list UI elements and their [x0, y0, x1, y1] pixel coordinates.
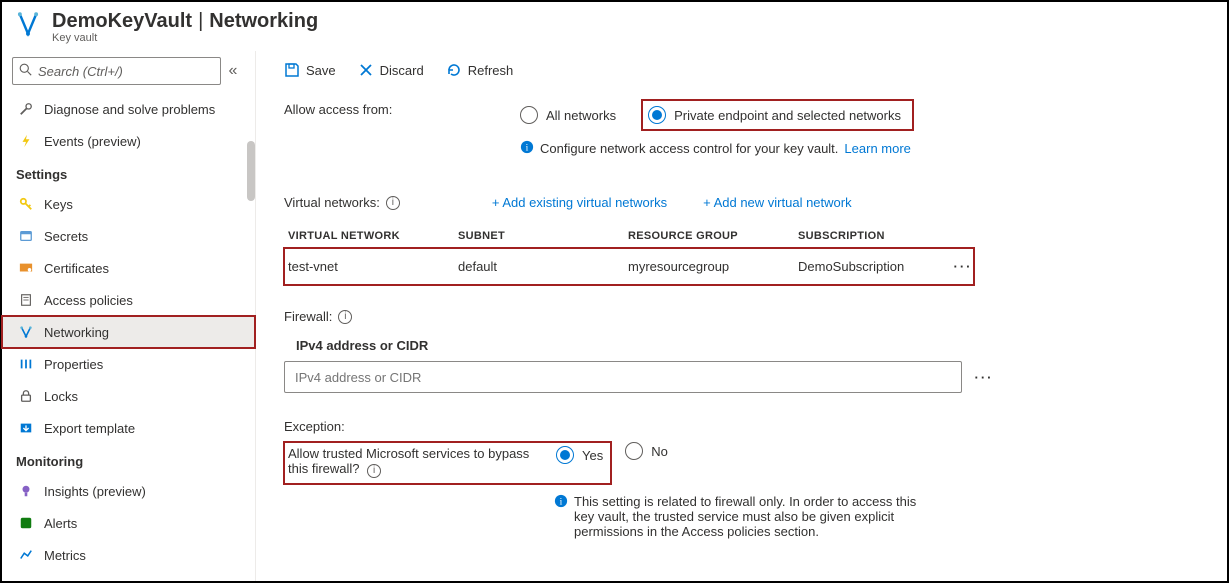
refresh-icon: [446, 62, 462, 78]
wrench-icon: [16, 102, 36, 116]
sidebar-item-access-policies[interactable]: Access policies: [2, 284, 255, 316]
sidebar-item-export-template[interactable]: Export template: [2, 412, 255, 444]
sidebar-section-monitoring: Monitoring: [2, 444, 255, 475]
alerts-icon: [16, 516, 36, 530]
certificate-icon: [16, 261, 36, 275]
ipv4-heading: IPv4 address or CIDR: [296, 338, 1199, 353]
refresh-button[interactable]: Refresh: [446, 62, 514, 78]
exception-heading: Exception:: [284, 419, 1199, 434]
sidebar-item-secrets[interactable]: Secrets: [2, 220, 255, 252]
sidebar-item-keys[interactable]: Keys: [2, 188, 255, 220]
bolt-icon: [16, 134, 36, 148]
main-content: Save Discard Refresh Allow access from: …: [256, 51, 1227, 581]
radio-exception-no[interactable]: No: [625, 442, 668, 460]
exception-note-text: This setting is related to firewall only…: [574, 494, 924, 539]
sidebar-search-input[interactable]: Search (Ctrl+/): [12, 57, 221, 85]
sidebar: Search (Ctrl+/) « Diagnose and solve pro…: [2, 51, 256, 581]
col-sub: SUBSCRIPTION: [798, 230, 948, 242]
sidebar-item-alerts[interactable]: Alerts: [2, 507, 255, 539]
sidebar-item-events[interactable]: Events (preview): [2, 125, 255, 157]
radio-exception-yes[interactable]: Yes: [556, 446, 603, 464]
secret-icon: [16, 229, 36, 243]
networking-icon: [16, 325, 36, 339]
ipv4-input[interactable]: [284, 361, 962, 393]
blade-header: DemoKeyVault|Networking Key vault: [2, 2, 1227, 50]
keyvault-icon: [14, 10, 42, 38]
export-icon: [16, 421, 36, 435]
col-rg: RESOURCE GROUP: [628, 230, 798, 242]
sidebar-item-locks[interactable]: Locks: [2, 380, 255, 412]
metrics-icon: [16, 548, 36, 562]
col-vnet: VIRTUAL NETWORK: [288, 230, 458, 242]
sidebar-item-networking[interactable]: Networking: [2, 316, 255, 348]
sidebar-item-certificates[interactable]: Certificates: [2, 252, 255, 284]
info-icon[interactable]: i: [367, 464, 381, 478]
resource-type-label: Key vault: [52, 32, 318, 44]
add-existing-vnet-link[interactable]: + Add existing virtual networks: [492, 195, 667, 210]
exception-question: Allow trusted Microsoft services to bypa…: [288, 446, 546, 478]
sidebar-item-diagnose[interactable]: Diagnose and solve problems: [2, 93, 255, 125]
info-icon: i: [554, 494, 568, 539]
svg-text:i: i: [560, 496, 563, 507]
col-subnet: SUBNET: [458, 230, 628, 242]
info-icon[interactable]: i: [338, 310, 352, 324]
sidebar-item-properties[interactable]: Properties: [2, 348, 255, 380]
discard-button[interactable]: Discard: [358, 62, 424, 78]
info-icon: i: [520, 140, 534, 157]
discard-icon: [358, 62, 374, 78]
learn-more-link[interactable]: Learn more: [844, 141, 910, 156]
insights-icon: [16, 484, 36, 498]
sidebar-item-metrics[interactable]: Metrics: [2, 539, 255, 571]
vnet-table-row[interactable]: test-vnet default myresourcegroup DemoSu…: [284, 248, 974, 285]
add-new-vnet-link[interactable]: + Add new virtual network: [703, 195, 852, 210]
virtual-networks-label: Virtual networks: i: [284, 195, 400, 210]
radio-private-endpoint[interactable]: Private endpoint and selected networks: [642, 100, 913, 130]
ipv4-more-button[interactable]: ···: [972, 370, 996, 385]
sidebar-collapse-button[interactable]: «: [221, 62, 245, 80]
vnet-table: VIRTUAL NETWORK SUBNET RESOURCE GROUP SU…: [284, 224, 974, 285]
sidebar-item-insights[interactable]: Insights (preview): [2, 475, 255, 507]
properties-icon: [16, 357, 36, 371]
radio-all-networks[interactable]: All networks: [520, 106, 616, 124]
save-button[interactable]: Save: [284, 62, 336, 78]
lock-icon: [16, 389, 36, 403]
policy-icon: [16, 293, 36, 307]
sidebar-scrollbar[interactable]: [247, 141, 255, 201]
access-from-label: Allow access from:: [284, 100, 520, 117]
sidebar-section-settings: Settings: [2, 157, 255, 188]
page-title: DemoKeyVault|Networking: [52, 10, 318, 32]
save-icon: [284, 62, 300, 78]
search-icon: [19, 63, 32, 79]
key-icon: [16, 197, 36, 211]
firewall-label: Firewall: i: [284, 309, 1199, 324]
svg-text:i: i: [526, 143, 529, 154]
command-bar: Save Discard Refresh: [284, 62, 1199, 78]
row-more-button[interactable]: ···: [948, 259, 978, 274]
info-icon[interactable]: i: [386, 196, 400, 210]
access-hint: Configure network access control for you…: [540, 141, 838, 156]
